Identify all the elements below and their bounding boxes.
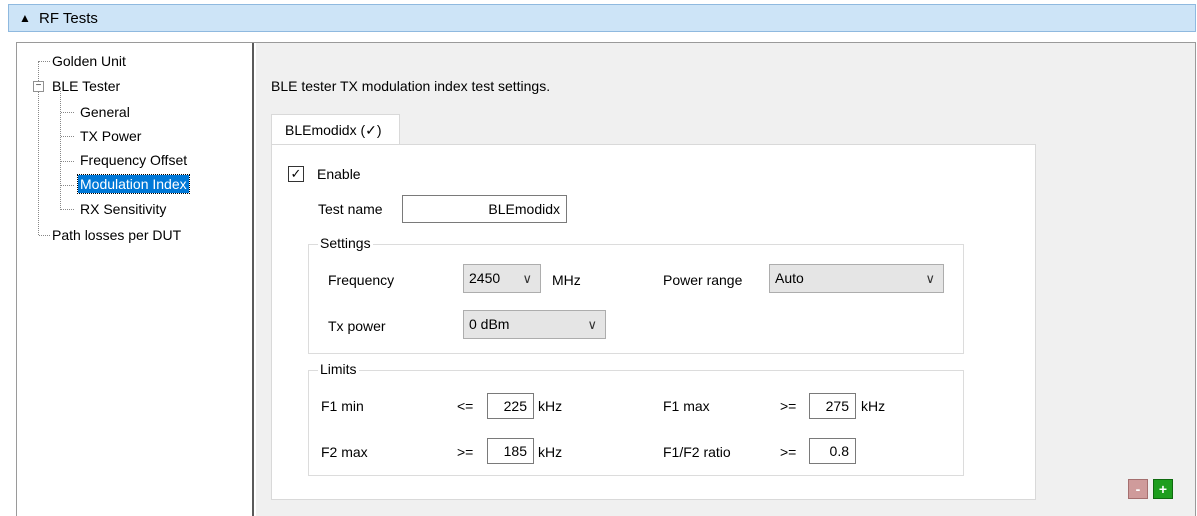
power-range-select[interactable]: Auto ∨ xyxy=(769,264,944,293)
tree-connector xyxy=(60,91,61,210)
section-title: RF Tests xyxy=(39,10,98,27)
page-description: BLE tester TX modulation index test sett… xyxy=(271,78,551,94)
tree-connector xyxy=(39,61,50,62)
enable-label: Enable xyxy=(317,166,361,182)
f2-max-label: F2 max xyxy=(321,444,368,460)
limits-group xyxy=(308,370,964,476)
f1-min-label: F1 min xyxy=(321,398,364,414)
tree-connector xyxy=(61,185,74,186)
settings-group xyxy=(308,244,964,354)
chevron-down-icon: ∨ xyxy=(925,271,935,286)
minus-box-icon[interactable]: − xyxy=(33,81,44,92)
f1-max-unit: kHz xyxy=(861,398,886,414)
section-header-rf-tests[interactable]: ▲ RF Tests xyxy=(8,4,1196,32)
f1-min-unit: kHz xyxy=(538,398,563,414)
tx-power-value: 0 dBm xyxy=(469,316,510,332)
chevron-down-icon: ∨ xyxy=(522,271,532,286)
f2-max-operator: >= xyxy=(457,444,474,460)
tree-item-golden-unit[interactable]: Golden Unit xyxy=(52,52,126,70)
tree-connector xyxy=(61,161,74,162)
power-range-label: Power range xyxy=(663,272,743,288)
power-range-value: Auto xyxy=(775,270,804,286)
limits-group-title: Limits xyxy=(318,361,359,377)
f1-min-input[interactable]: 225 xyxy=(487,393,534,419)
tree-item-path-losses[interactable]: Path losses per DUT xyxy=(52,226,181,244)
remove-test-button[interactable]: - xyxy=(1128,479,1148,499)
frequency-unit: MHz xyxy=(552,272,581,288)
frequency-value: 2450 xyxy=(469,270,501,286)
test-name-input[interactable]: BLEmodidx xyxy=(402,195,567,223)
frequency-select[interactable]: 2450 ∨ xyxy=(463,264,541,293)
f1-min-operator: <= xyxy=(457,398,474,414)
test-tree[interactable]: Golden Unit − BLE Tester General TX Powe… xyxy=(17,43,254,516)
f1-max-input[interactable]: 275 xyxy=(809,393,856,419)
frequency-label: Frequency xyxy=(328,272,395,288)
settings-group-title: Settings xyxy=(318,235,373,251)
tree-connector xyxy=(39,235,50,236)
triangle-up-icon[interactable]: ▲ xyxy=(19,11,31,25)
f1-max-operator: >= xyxy=(780,398,797,414)
tab-blemodidx[interactable]: BLEmodidx (✓) xyxy=(271,114,400,145)
tree-item-frequency-offset[interactable]: Frequency Offset xyxy=(80,151,187,169)
tree-item-rx-sensitivity[interactable]: RX Sensitivity xyxy=(80,200,166,218)
f2-max-unit: kHz xyxy=(538,444,563,460)
tree-connector xyxy=(61,112,74,113)
tree-connector xyxy=(61,209,74,210)
test-name-label: Test name xyxy=(318,201,383,217)
tab-label: BLEmodidx (✓) xyxy=(285,122,382,138)
chevron-down-icon: ∨ xyxy=(587,317,597,332)
tree-item-general[interactable]: General xyxy=(80,103,130,121)
tree-item-ble-tester[interactable]: BLE Tester xyxy=(52,77,120,95)
tx-power-label: Tx power xyxy=(328,318,386,334)
tree-item-modulation-index[interactable]: Modulation Index xyxy=(77,174,190,194)
tx-power-select[interactable]: 0 dBm ∨ xyxy=(463,310,606,339)
add-test-button[interactable]: + xyxy=(1153,479,1173,499)
tree-connector xyxy=(61,136,74,137)
f1-f2-ratio-label: F1/F2 ratio xyxy=(663,444,731,460)
tree-item-tx-power[interactable]: TX Power xyxy=(80,127,141,145)
enable-checkbox[interactable]: ✓ xyxy=(288,166,304,182)
f2-max-input[interactable]: 185 xyxy=(487,438,534,464)
f1-max-label: F1 max xyxy=(663,398,710,414)
f1-f2-ratio-operator: >= xyxy=(780,444,797,460)
f1-f2-ratio-input[interactable]: 0.8 xyxy=(809,438,856,464)
